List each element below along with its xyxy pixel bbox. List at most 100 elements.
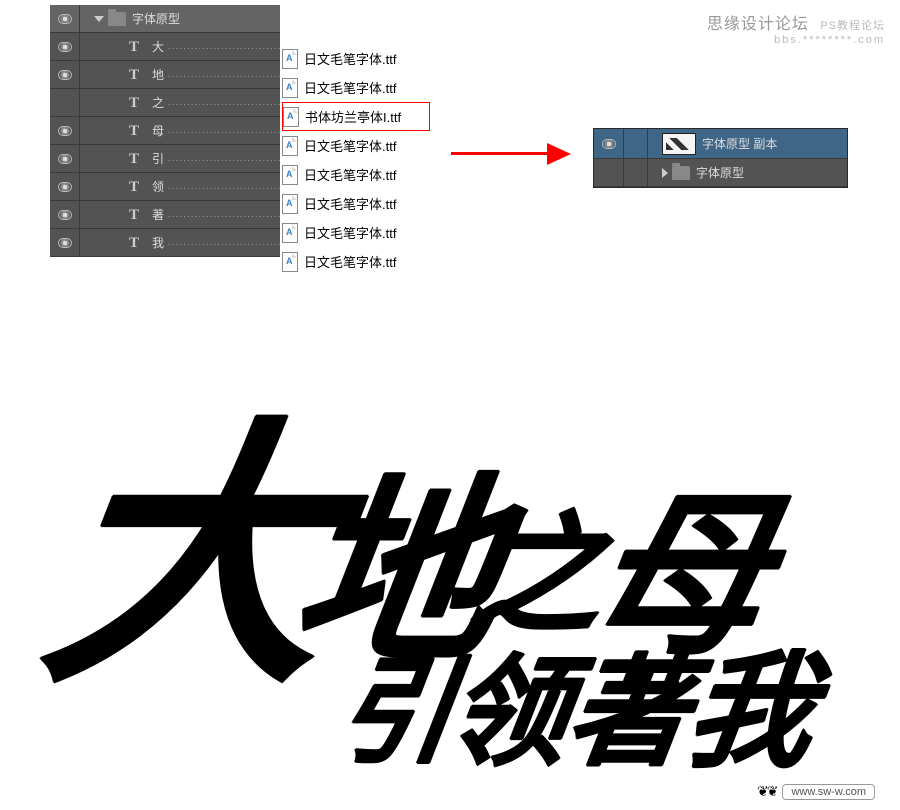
font-file-name: 日文毛笔字体.ttf (304, 165, 396, 184)
font-file-name: 日文毛笔字体.ttf (304, 252, 396, 271)
dots-filler: ........................................ (164, 41, 280, 52)
font-file-item: 日文毛笔字体.ttf (282, 189, 430, 218)
font-file-icon (282, 223, 298, 243)
visibility-toggle[interactable] (594, 159, 624, 186)
font-file-icon (282, 165, 298, 185)
layer-thumbnail-icon (662, 133, 696, 155)
visibility-toggle[interactable] (50, 89, 80, 116)
watermark-line2: bbs.********.com (707, 34, 885, 46)
eye-icon (58, 154, 72, 164)
font-file-name: 日文毛笔字体.ttf (304, 223, 396, 242)
brush-char-wo: 我 (677, 610, 822, 791)
brush-char-ling: 领 (438, 615, 578, 789)
font-file-icon (282, 49, 298, 69)
layer-name: 大 (152, 38, 164, 55)
arrow-head-icon (547, 143, 571, 165)
layer-name: 之 (152, 94, 164, 111)
visibility-toggle[interactable] (50, 61, 80, 88)
visibility-toggle[interactable] (50, 201, 80, 228)
text-layer-icon: T (124, 206, 144, 224)
layer-name: 我 (152, 234, 164, 251)
font-file-item: 日文毛笔字体.ttf (282, 131, 430, 160)
layer-name: 领 (152, 178, 164, 195)
eye-icon (58, 126, 72, 136)
font-file-name: 日文毛笔字体.ttf (304, 78, 396, 97)
text-layer-row[interactable]: T 领 ....................................… (50, 173, 280, 201)
arrow-line (451, 152, 551, 155)
layers-panel-right: 字体原型 副本 字体原型 (593, 128, 848, 188)
font-file-name: 书体坊兰亭体I.ttf (305, 107, 401, 126)
disclosure-icon[interactable] (94, 16, 104, 22)
visibility-toggle[interactable] (50, 173, 80, 200)
dots-filler: ........................................ (164, 209, 280, 220)
eye-icon (602, 139, 616, 149)
text-layer-icon: T (124, 150, 144, 168)
font-file-icon (282, 252, 298, 272)
font-file-item: 日文毛笔字体.ttf (282, 160, 430, 189)
smart-object-name: 字体原型 副本 (702, 135, 777, 152)
eye-icon (58, 182, 72, 192)
visibility-toggle[interactable] (50, 117, 80, 144)
dots-filler: ........................................ (164, 97, 280, 108)
text-layer-icon: T (124, 38, 144, 56)
group-row[interactable]: 字体原型 (50, 5, 280, 33)
red-arrow (451, 138, 581, 168)
group-name: 字体原型 (696, 164, 744, 181)
font-file-icon (283, 107, 299, 127)
dots-filler: ........................................ (164, 181, 280, 192)
layers-panel-left: 字体原型 T 大 ...............................… (50, 5, 280, 257)
visibility-toggle[interactable] (50, 33, 80, 60)
watermark-line1: 思缘设计论坛 PS教程论坛 (707, 10, 885, 34)
text-layer-icon: T (124, 66, 144, 84)
font-file-item: 日文毛笔字体.ttf (282, 247, 430, 276)
lock-column[interactable] (624, 129, 648, 158)
eye-icon (58, 238, 72, 248)
brush-char-zhu: 著 (558, 615, 698, 789)
watermark-url: www.sw-w.com (782, 784, 875, 800)
layer-name: 母 (152, 122, 164, 139)
layer-name: 著 (152, 206, 164, 223)
dots-filler: ........................................ (164, 237, 280, 248)
text-layer-icon: T (124, 234, 144, 252)
folder-icon (108, 12, 126, 26)
text-layer-row[interactable]: T 我 ....................................… (50, 229, 280, 257)
font-file-item: 日文毛笔字体.ttf (282, 44, 430, 73)
text-layer-icon: T (124, 122, 144, 140)
group-row[interactable]: 字体原型 (594, 159, 847, 187)
visibility-toggle[interactable] (50, 145, 80, 172)
text-layer-row[interactable]: T 著 ....................................… (50, 201, 280, 229)
layer-name: 地 (152, 66, 164, 83)
smart-object-row[interactable]: 字体原型 副本 (594, 129, 847, 159)
text-layer-row[interactable]: T 引 ....................................… (50, 145, 280, 173)
watermark-top-right: 思缘设计论坛 PS教程论坛 bbs.********.com (707, 10, 885, 46)
disclosure-icon[interactable] (662, 168, 668, 178)
dots-filler: ........................................ (164, 69, 280, 80)
font-file-item: 日文毛笔字体.ttf (282, 73, 430, 102)
calligraphy-artwork: 大 地 之 母 引 领 著 我 (50, 340, 840, 760)
font-file-item-highlighted: 书体坊兰亭体I.ttf (282, 102, 430, 131)
watermark-eyes-icon: ❦❦ (757, 783, 776, 800)
font-file-item: 日文毛笔字体.ttf (282, 218, 430, 247)
font-file-icon (282, 78, 298, 98)
font-file-icon (282, 136, 298, 156)
text-layer-row[interactable]: T 之 ....................................… (50, 89, 280, 117)
group-name: 字体原型 (132, 10, 180, 27)
text-layer-row[interactable]: T 母 ....................................… (50, 117, 280, 145)
font-file-list: 日文毛笔字体.ttf 日文毛笔字体.ttf 书体坊兰亭体I.ttf 日文毛笔字体… (282, 44, 430, 276)
eye-icon (58, 14, 72, 24)
eye-icon (58, 70, 72, 80)
text-layer-row[interactable]: T 大 ....................................… (50, 33, 280, 61)
layer-name: 引 (152, 150, 164, 167)
visibility-toggle[interactable] (50, 229, 80, 256)
watermark-bottom-right: ❦❦ www.sw-w.com (757, 783, 875, 800)
font-file-icon (282, 194, 298, 214)
visibility-toggle[interactable] (50, 5, 80, 32)
dots-filler: ........................................ (164, 125, 280, 136)
folder-icon (672, 166, 690, 180)
visibility-toggle[interactable] (594, 129, 624, 158)
lock-column[interactable] (624, 159, 648, 186)
text-layer-icon: T (124, 178, 144, 196)
dots-filler: ........................................ (164, 153, 280, 164)
eye-icon (58, 210, 72, 220)
text-layer-row[interactable]: T 地 ....................................… (50, 61, 280, 89)
